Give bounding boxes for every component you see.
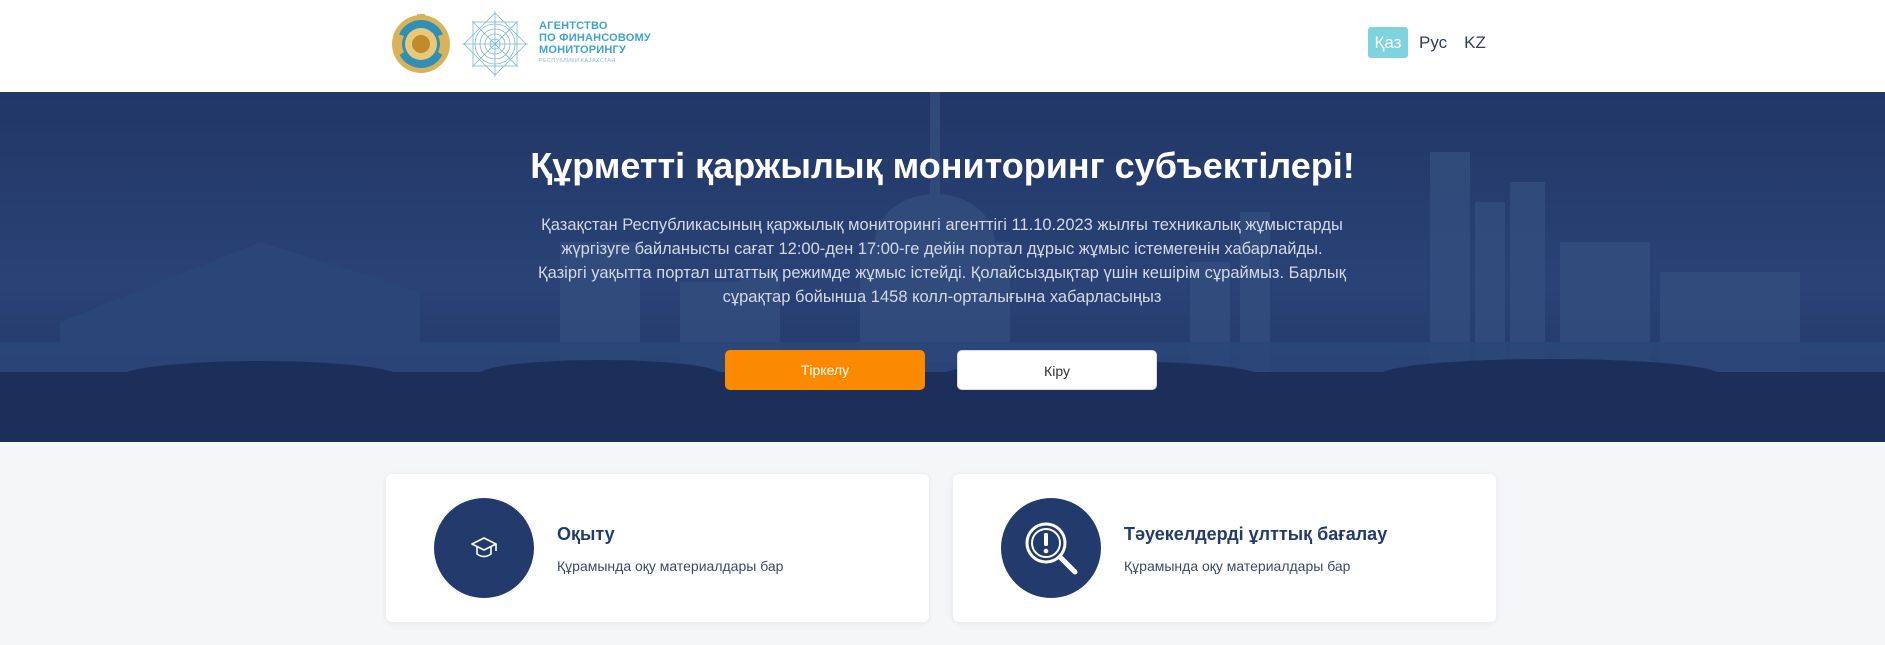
agency-name-line-3: МОНИТОРИНГУ (539, 44, 627, 56)
agency-name: АГЕНТСТВО ПО ФИНАНСОВОМУ МОНИТОРИНГУ РЕС… (539, 20, 679, 64)
card-title: Тәуекелдерді ұлттық бағалау (1124, 524, 1388, 544)
login-button[interactable]: Кіру (957, 350, 1157, 390)
card-title: Оқыту (557, 524, 615, 544)
lang-switch-kaz[interactable]: Қаз (1368, 27, 1408, 58)
card-national-risk-assessment[interactable]: Тәуекелдерді ұлттық бағалау Құрамында оқ… (953, 474, 1496, 622)
lang-switch-kz[interactable]: KZ (1459, 27, 1491, 58)
agency-name-line-2: ПО ФИНАНСОВОМУ (539, 32, 651, 44)
register-button[interactable]: Тіркелу (725, 350, 925, 390)
agency-name-line-1: АГЕНТСТВО (539, 20, 608, 32)
hero-announcement-text: Қазақстан Республикасының қаржылық монит… (537, 216, 1346, 306)
state-emblem-logo[interactable] (390, 12, 452, 76)
site-header: АГЕНТСТВО ПО ФИНАНСОВОМУ МОНИТОРИНГУ РЕС… (0, 0, 1885, 92)
graduation-cap-icon (434, 498, 534, 598)
hero-banner: Құрметті қаржылық мониторинг субъектілер… (0, 92, 1885, 442)
agency-geometric-logo[interactable] (460, 9, 530, 79)
hero-title: Құрметті қаржылық мониторинг субъектілер… (530, 145, 1355, 186)
lang-switch-rus[interactable]: Рус (1414, 27, 1449, 58)
card-training[interactable]: Оқыту Құрамында оқу материалдары бар (386, 474, 929, 622)
card-description: Құрамында оқу материалдары бар (557, 558, 784, 574)
card-description: Құрамында оқу материалдары бар (1124, 558, 1351, 574)
magnifier-exclamation-icon (1001, 498, 1101, 598)
agency-name-subtitle: РЕСПУБЛИКИ КАЗАХСТАН (539, 58, 616, 64)
